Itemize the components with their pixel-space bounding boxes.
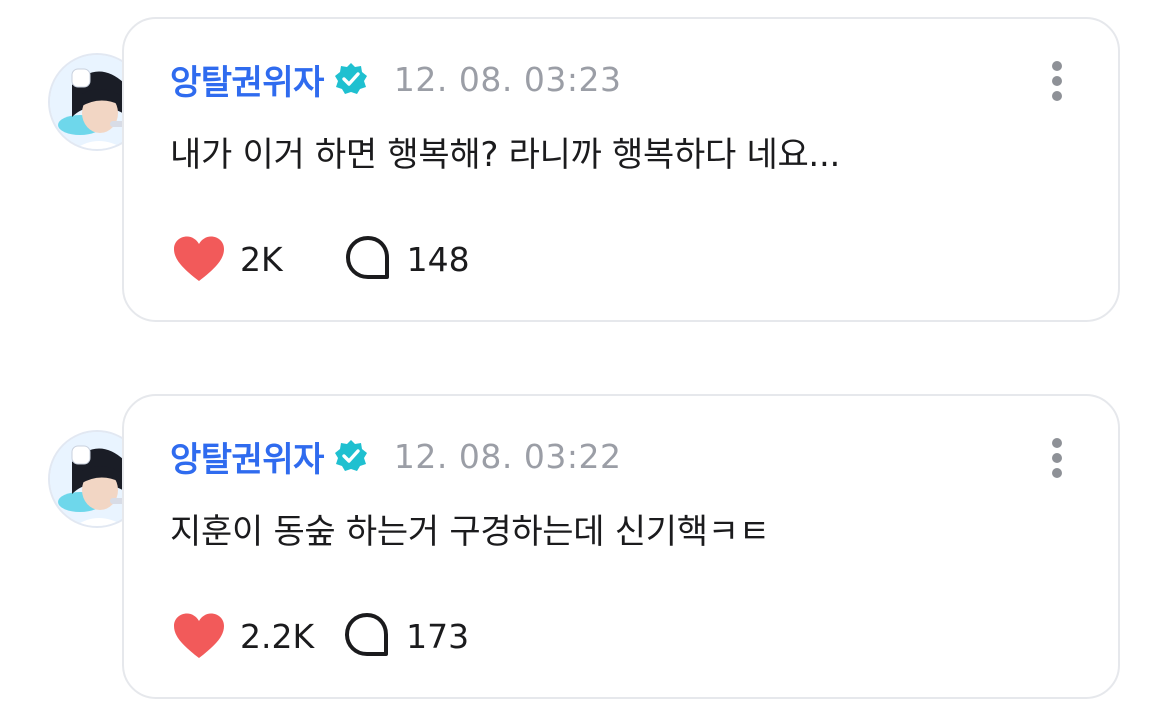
post-card[interactable]: 앙탈권위자 12. 08. 03:22 지훈이 동숲 하는거 구경하는데 신기핵… <box>122 394 1120 699</box>
post-timestamp: 12. 08. 03:22 <box>393 436 622 476</box>
post-actions: 2.2K 173 <box>172 610 469 662</box>
post-item: 앙탈권위자 12. 08. 03:22 지훈이 동숲 하는거 구경하는데 신기핵… <box>48 394 1120 699</box>
verified-badge-icon <box>334 62 368 96</box>
author-name[interactable]: 앙탈권위자 <box>170 432 324 481</box>
like-count: 2K <box>240 239 283 279</box>
heart-icon <box>172 235 226 283</box>
comment-count: 173 <box>406 616 470 656</box>
post-timestamp: 12. 08. 03:23 <box>393 59 622 99</box>
like-count: 2.2K <box>240 616 315 656</box>
post-actions: 2K 148 <box>172 233 470 285</box>
speech-bubble-icon <box>343 234 393 284</box>
post-meta: 앙탈권위자 12. 08. 03:22 <box>170 432 622 481</box>
heart-icon <box>172 612 226 660</box>
like-button[interactable]: 2.2K <box>172 612 314 660</box>
post-meta: 앙탈권위자 12. 08. 03:23 <box>170 55 622 104</box>
comment-button[interactable]: 148 <box>343 234 470 284</box>
post-card[interactable]: 앙탈권위자 12. 08. 03:23 내가 이거 하면 행복해? 라니까 행복… <box>122 17 1120 322</box>
comment-button[interactable]: 173 <box>342 611 469 661</box>
more-vertical-icon[interactable] <box>1048 61 1066 101</box>
author-name[interactable]: 앙탈권위자 <box>170 55 324 104</box>
verified-badge-icon <box>334 439 368 473</box>
like-button[interactable]: 2K <box>172 235 283 283</box>
post-item: 앙탈권위자 12. 08. 03:23 내가 이거 하면 행복해? 라니까 행복… <box>48 17 1120 322</box>
comment-count: 148 <box>406 239 470 279</box>
speech-bubble-icon <box>342 611 392 661</box>
more-vertical-icon[interactable] <box>1048 438 1066 478</box>
post-text: 내가 이거 하면 행복해? 라니까 행복하다 네요... <box>170 135 840 175</box>
post-text: 지훈이 동숲 하는거 구경하는데 신기핵ㅋㅌ <box>170 512 770 552</box>
